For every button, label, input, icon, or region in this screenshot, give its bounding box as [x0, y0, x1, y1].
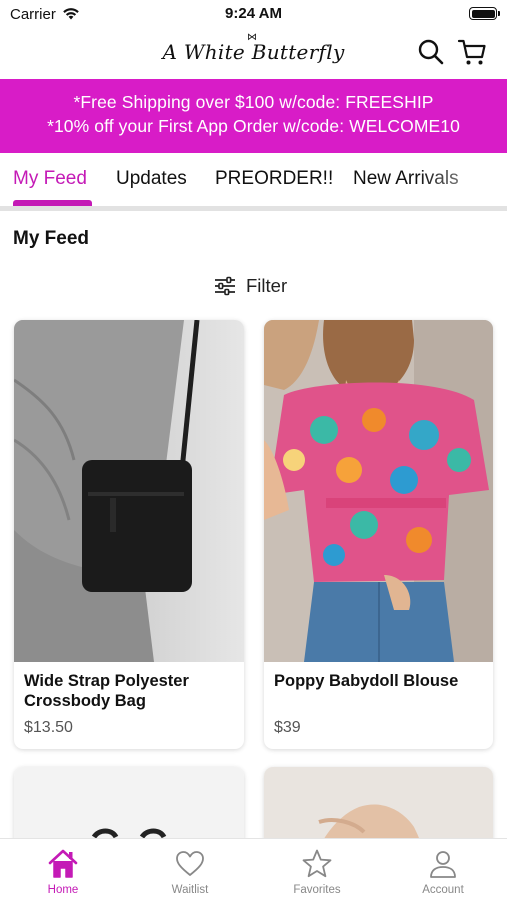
- search-icon[interactable]: [416, 37, 446, 67]
- promo-line-shipping: *Free Shipping over $100 w/code: FREESHI…: [73, 92, 434, 112]
- nav-waitlist-label: Waitlist: [171, 884, 209, 896]
- nav-home-label: Home: [47, 884, 79, 896]
- butterfly-icon: ⋈: [247, 32, 258, 43]
- heart-icon: [176, 851, 204, 876]
- nav-home[interactable]: Home: [0, 839, 126, 900]
- product-card[interactable]: Poppy Babydoll Blouse $39: [264, 320, 493, 749]
- product-card[interactable]: Wide Strap Polyester Crossbody Bag $13.5…: [14, 320, 244, 749]
- bottom-tab-bar: Home Waitlist Favorites Account: [0, 838, 507, 900]
- product-image-crossbody-bag[interactable]: [14, 320, 244, 662]
- person-icon: [430, 851, 456, 878]
- filter-label: Filter: [246, 275, 288, 296]
- product-name[interactable]: Wide Strap Polyester Crossbody Bag: [24, 671, 236, 711]
- app-header: ⋈ A White Butterfly: [0, 28, 507, 79]
- product-name[interactable]: Poppy Babydoll Blouse: [274, 671, 485, 691]
- home-icon: [48, 849, 78, 878]
- feed-tabs: My Feed Updates PREORDER!! New Arrivals: [0, 153, 507, 207]
- nav-account-label: Account: [422, 884, 464, 896]
- cart-icon[interactable]: [457, 37, 487, 67]
- promo-banner[interactable]: *Free Shipping over $100 w/code: FREESHI…: [0, 79, 507, 153]
- tab-updates[interactable]: Updates: [116, 168, 187, 190]
- star-icon: [302, 849, 332, 878]
- nav-favorites-label: Favorites: [293, 884, 341, 896]
- filter-sliders-icon: [215, 276, 235, 296]
- logo-text: A White Butterfly: [162, 40, 345, 64]
- nav-account[interactable]: Account: [380, 839, 506, 900]
- nav-waitlist[interactable]: Waitlist: [127, 839, 253, 900]
- battery-icon: [469, 7, 500, 20]
- status-bar: Carrier 9:24 AM: [0, 0, 507, 28]
- product-image-babydoll-blouse[interactable]: [264, 320, 493, 662]
- tab-preorder[interactable]: PREORDER!!: [215, 168, 333, 190]
- page-title: My Feed: [13, 228, 90, 249]
- tab-new-arrivals[interactable]: New Arrivals: [353, 168, 459, 190]
- status-time: 9:24 AM: [225, 5, 282, 22]
- tab-my-feed[interactable]: My Feed: [13, 168, 87, 190]
- tabs-divider: [0, 206, 507, 211]
- nav-favorites[interactable]: Favorites: [254, 839, 380, 900]
- promo-line-discount: *10% off your First App Order w/code: WE…: [47, 116, 460, 136]
- filter-button[interactable]: Filter: [214, 272, 287, 300]
- product-price: $39: [274, 719, 301, 736]
- product-price: $13.50: [24, 719, 73, 736]
